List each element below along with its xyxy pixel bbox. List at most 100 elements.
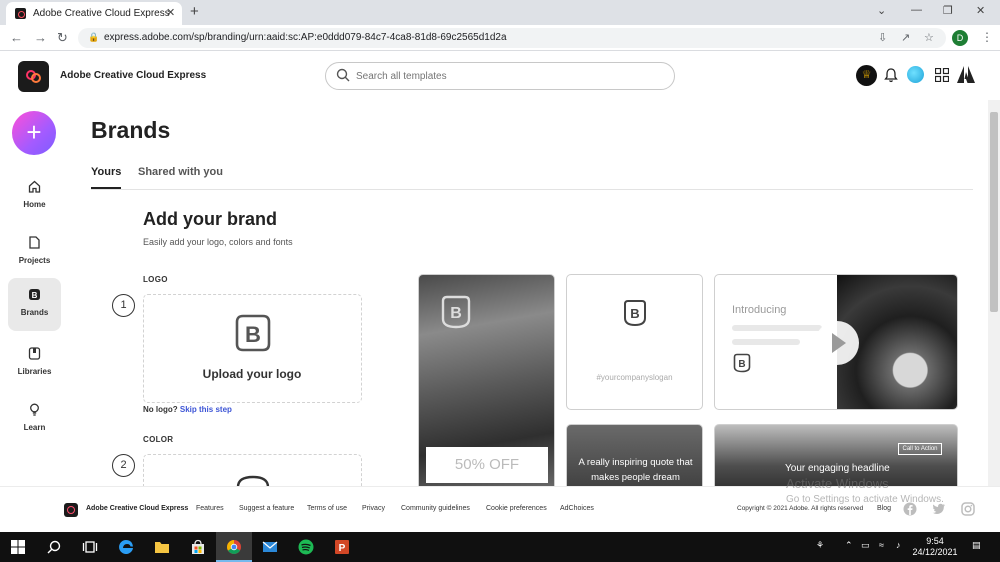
footer-link-community-guidelines[interactable]: Community guidelines [401,505,470,512]
address-bar[interactable]: 🔒 express.adobe.com/sp/branding/urn:aaid… [78,28,946,48]
tray-chevron-up-icon[interactable]: ⌃ [845,540,853,551]
template-search[interactable] [325,62,675,90]
tab-yours[interactable]: Yours [91,166,121,178]
back-arrow-icon[interactable]: ← [10,30,23,45]
browser-tab[interactable]: Adobe Creative Cloud Express ✕ [6,2,182,25]
browser-menu-icon[interactable]: ⋮ [981,30,993,44]
footer-link-cookie-preferences[interactable]: Cookie preferences [486,505,547,512]
brand-placeholder-b-icon: B [235,314,271,352]
lightbulb-icon [30,403,39,416]
logo-upload-dropzone[interactable]: B Upload your logo [143,294,362,403]
reload-icon[interactable]: ↻ [57,30,68,46]
footer-link-adchoices[interactable]: AdChoices [560,505,594,512]
footer-link-privacy[interactable]: Privacy [362,505,385,512]
rail-label-learn: Learn [23,423,46,432]
taskbar-mail[interactable] [252,532,288,562]
tab-shared-with-you[interactable]: Shared with you [138,166,223,178]
logo-section-label: LOGO [143,275,168,284]
windows-logo-icon [11,540,25,554]
volume-icon[interactable]: ♪ [896,540,901,550]
library-icon [28,347,41,360]
taskbar-spotify[interactable] [288,532,324,562]
browser-toolbar: ← → ↻ 🔒 express.adobe.com/sp/branding/ur… [0,25,1000,51]
people-icon[interactable]: ⚘ [816,540,824,551]
page-scrollbar-thumb[interactable] [990,112,998,312]
footer-link-suggest-feature[interactable]: Suggest a feature [239,505,294,512]
rail-label-projects: Projects [18,256,51,265]
rail-label-libraries: Libraries [17,367,52,376]
start-button[interactable] [0,532,36,562]
adobe-logo-icon[interactable] [957,66,975,83]
svg-text:B: B [630,306,639,321]
chrome-icon [227,540,241,554]
search-input[interactable] [356,68,656,84]
page-footer: Adobe Creative Cloud Express Features Su… [0,486,1000,532]
bookmark-star-icon[interactable]: ☆ [924,31,934,44]
rail-item-brands[interactable]: B Brands [8,278,61,331]
preview-card-introducing: Introducing B [714,274,958,410]
maximize-button[interactable]: ❐ [943,4,953,17]
svg-text:B: B [245,322,261,347]
profile-avatar[interactable]: D [952,30,968,46]
notification-bell-icon[interactable] [884,67,898,83]
task-view-button[interactable] [72,532,108,562]
step-1-badge: 1 [112,294,135,317]
tabs-divider [91,189,973,190]
placeholder-line [732,339,800,345]
adobe-express-favicon-icon [15,8,26,19]
app-name[interactable]: Adobe Creative Cloud Express [60,70,206,81]
lock-icon[interactable]: 🔒 [88,32,99,43]
taskbar-clock[interactable]: 9:54 24/12/2021 [912,536,958,558]
notification-center-icon[interactable]: ▤ [972,540,981,551]
instagram-icon[interactable] [961,502,975,516]
color-section-label: COLOR [143,435,174,444]
activate-windows-subtitle: Go to Settings to activate Windows. [786,494,944,505]
file-icon [29,236,40,249]
taskbar-search-button[interactable] [36,532,72,562]
cc-express-logo-icon[interactable] [18,61,49,92]
forward-arrow-icon[interactable]: → [34,30,47,45]
tab-search-dropdown-icon[interactable]: ⌄ [877,4,886,17]
task-view-icon [82,541,98,553]
skip-step-link[interactable]: Skip this step [180,405,232,414]
create-new-button[interactable]: + [12,111,56,155]
taskbar-store[interactable] [180,532,216,562]
slogan-text: #yourcompanyslogan [596,373,673,382]
color-picker-dropzone[interactable] [143,454,362,487]
battery-icon[interactable]: ▭ [861,540,870,551]
premium-crown-icon[interactable]: ♕ [856,65,877,86]
clock-time: 9:54 [926,536,944,546]
upload-logo-label: Upload your logo [202,367,302,381]
rail-item-libraries[interactable]: Libraries [8,337,61,390]
url-text[interactable]: express.adobe.com/sp/branding/urn:aaid:s… [104,32,507,43]
page-title: Brands [91,117,171,143]
footer-link-blog[interactable]: Blog [877,505,891,512]
powerpoint-icon: P [335,540,349,554]
user-avatar[interactable] [907,66,924,83]
footer-link-terms[interactable]: Terms of use [307,505,347,512]
install-app-icon[interactable]: ⇩ [878,31,887,44]
tab-close-icon[interactable]: ✕ [166,6,175,19]
call-to-action-badge: Call to Action [898,443,942,455]
taskbar-powerpoint[interactable]: P [324,532,360,562]
minimize-button[interactable]: — [911,4,922,16]
svg-text:B: B [32,291,38,300]
wifi-icon[interactable]: ≈ [879,540,884,550]
rail-item-learn[interactable]: Learn [8,393,61,446]
folder-icon [155,542,169,553]
taskbar-edge[interactable] [108,532,144,562]
close-window-button[interactable]: ✕ [976,4,985,17]
taskbar-file-explorer[interactable] [144,532,180,562]
search-icon [336,68,350,82]
taskbar-chrome[interactable] [216,532,252,562]
browser-tab-title: Adobe Creative Cloud Express [33,8,170,19]
new-tab-button[interactable]: + [190,3,199,20]
svg-text:B: B [450,305,462,322]
footer-link-features[interactable]: Features [196,505,224,512]
brand-placeholder-b-icon: B [733,353,751,373]
share-icon[interactable]: ↗ [901,31,910,44]
app-switcher-grid-icon[interactable] [935,68,949,82]
rail-item-projects[interactable]: Projects [8,226,61,279]
browser-tab-strip: Adobe Creative Cloud Express ✕ + ⌄ — ❐ ✕ [0,0,1000,25]
rail-item-home[interactable]: Home [8,170,61,223]
